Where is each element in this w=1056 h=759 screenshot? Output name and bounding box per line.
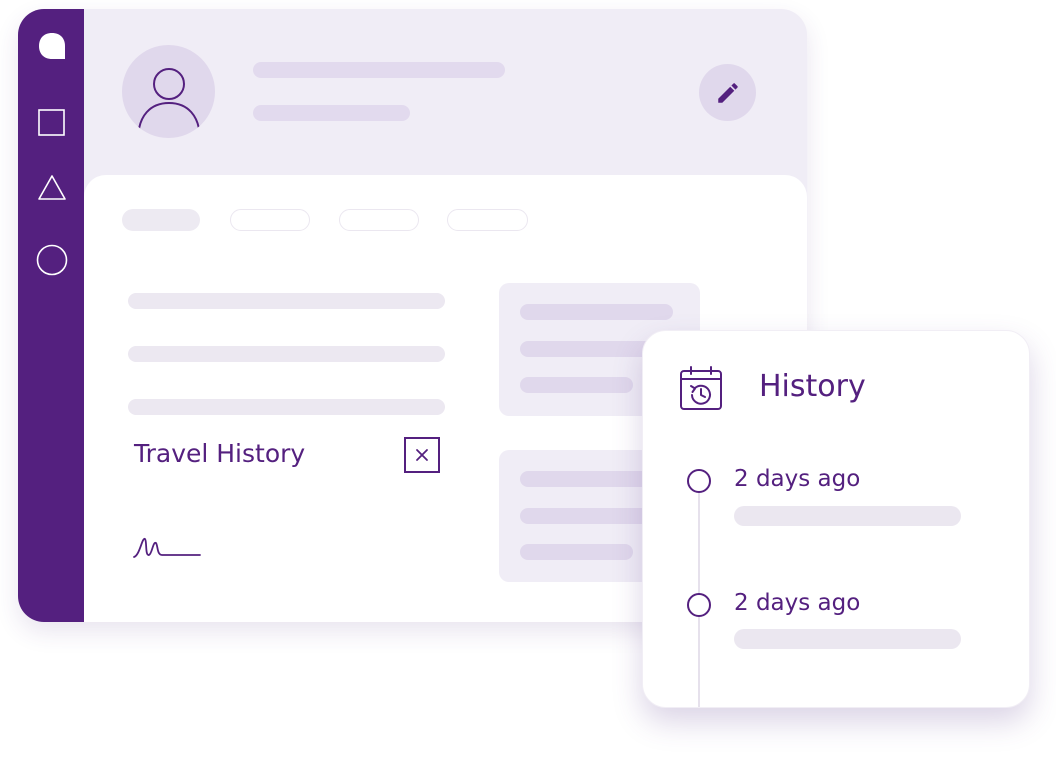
text-line-placeholder: [128, 346, 445, 362]
card-line-placeholder: [520, 377, 633, 393]
timeline-entry-placeholder: [734, 629, 961, 649]
signature-icon: [133, 538, 201, 558]
edit-button[interactable]: [699, 64, 756, 121]
circle-icon[interactable]: [36, 244, 68, 276]
travel-history-label: Travel History: [134, 439, 306, 468]
tab-4[interactable]: [447, 209, 528, 231]
timeline-dot[interactable]: [687, 469, 711, 493]
close-icon: [416, 449, 428, 461]
card-line-placeholder: [520, 304, 673, 320]
blob-icon[interactable]: [37, 31, 67, 61]
tab-3[interactable]: [339, 209, 419, 231]
text-line-placeholder: [128, 399, 445, 415]
card-line-placeholder: [520, 544, 633, 560]
calendar-history-icon: [680, 366, 722, 410]
timeline-entry-label: 2 days ago: [734, 590, 861, 616]
square-icon[interactable]: [37, 107, 67, 137]
profile-name-placeholder: [253, 62, 505, 78]
history-card: History 2 days ago 2 days ago: [642, 330, 1030, 708]
triangle-icon[interactable]: [37, 173, 67, 203]
sidebar: [18, 9, 84, 622]
user-icon: [137, 68, 201, 138]
avatar[interactable]: [122, 45, 215, 138]
timeline-dot[interactable]: [687, 593, 711, 617]
pencil-icon: [717, 82, 738, 103]
text-line-placeholder: [128, 293, 445, 309]
timeline-entry-label: 2 days ago: [734, 466, 861, 492]
history-title: History: [759, 369, 866, 404]
timeline-entry-placeholder: [734, 506, 961, 526]
close-button[interactable]: [404, 437, 440, 473]
tab-2[interactable]: [230, 209, 310, 231]
tab-1[interactable]: [122, 209, 200, 231]
profile-subtitle-placeholder: [253, 105, 410, 121]
